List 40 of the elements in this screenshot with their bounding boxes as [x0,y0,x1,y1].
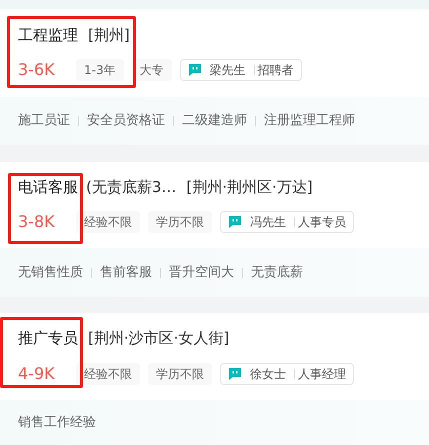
salary: 4-9K [18,362,56,385]
requirement-tag: 经验不限 [76,362,140,385]
chat-icon [188,63,202,78]
skill-tag: 二级建造师 [182,111,247,131]
recruiter-name: 梁先生 [210,62,246,80]
recruiter-name: 冯先生 [250,214,286,232]
skill-tag: 无销售性质 [18,262,83,282]
recruiter-name: 徐女士 [250,366,286,383]
job-location: [荆州·荆州区·万达] [186,176,313,198]
job-title-extra: (无责底薪3… [86,176,176,198]
job-location: [荆州·沙市区·女人街] [88,328,230,350]
requirement-tag: 学历不限 [148,211,212,234]
recruiter-role: 人事经理 [298,366,346,383]
recruiter-role: 招聘者 [258,62,294,80]
salary: 3-8K [18,211,56,234]
job-card[interactable]: 电话客服 (无责底薪3… [荆州·荆州区·万达] 3-8K 经验不限 学历不限 冯先生 人事专员 [0,162,429,248]
salary: 3-6K [18,59,56,82]
skill-tag: 安全员资格证 [87,111,165,131]
requirement-tag: 大专 [132,59,172,82]
job-location: [荆州] [88,24,130,46]
recruiter-chip[interactable]: 梁先生 招聘者 [180,59,302,82]
recruiter-chip[interactable]: 徐女士 人事经理 [220,362,354,385]
skill-tag: 注册监理工程师 [264,111,355,131]
recruiter-chip[interactable]: 冯先生 人事专员 [220,211,354,234]
job-card[interactable]: 工程监理 [荆州] 3-6K 1-3年 大专 梁先生 招聘者 [0,9,429,97]
skill-tag: 销售工作经验 [18,412,96,432]
job-title: 工程监理 [18,24,78,46]
skill-tag: 晋升空间大 [169,262,234,282]
chat-icon [228,366,242,381]
requirement-tag: 经验不限 [76,211,140,234]
skill-tag: 施工员证 [18,111,70,131]
job-title: 推广专员 [18,328,78,350]
chat-icon [228,215,242,230]
skill-tag: 售前客服 [100,262,152,282]
job-card[interactable]: 推广专员 [荆州·沙市区·女人街] 4-9K 经验不限 学历不限 徐女士 人事经理 [0,313,429,400]
job-title: 电话客服 [18,176,78,198]
recruiter-role: 人事专员 [298,214,346,232]
skill-tag: 无责底薪 [251,262,303,282]
requirement-tag: 1-3年 [76,59,124,82]
requirement-tag: 学历不限 [148,362,212,385]
